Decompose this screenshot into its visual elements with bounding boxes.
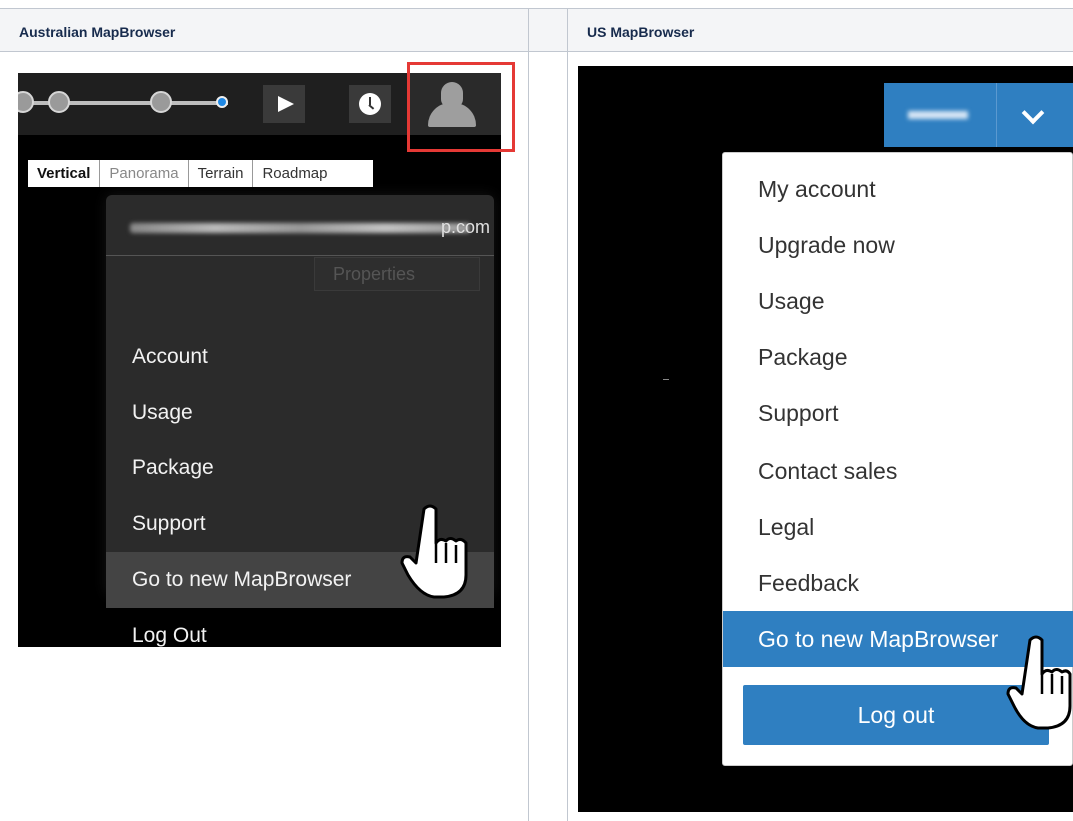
menu-item-feedback[interactable]: Feedback xyxy=(723,555,1073,611)
play-button[interactable] xyxy=(263,85,305,123)
slider-knob[interactable] xyxy=(18,91,34,113)
menu-item-package[interactable]: Package xyxy=(106,440,494,496)
log-out-button[interactable]: Log out xyxy=(743,685,1049,745)
us-mapbrowser-panel: My account Upgrade now Usage Package Sup… xyxy=(578,66,1073,812)
column-divider xyxy=(528,8,529,821)
menu-item-legal[interactable]: Legal xyxy=(723,499,1073,555)
tab-terrain[interactable]: Terrain xyxy=(188,160,254,187)
slider-knob[interactable] xyxy=(150,91,172,113)
menu-item-usage[interactable]: Usage xyxy=(723,273,1073,329)
tab-roadmap[interactable]: Roadmap xyxy=(253,160,374,187)
menu-item-upgrade-now[interactable]: Upgrade now xyxy=(723,217,1073,273)
menu-item-contact-sales[interactable]: Contact sales xyxy=(723,443,1073,499)
header-us-label: US MapBrowser xyxy=(587,24,695,40)
column-divider xyxy=(567,8,568,821)
account-email: p.com xyxy=(106,195,494,256)
tab-panorama[interactable]: Panorama xyxy=(100,160,189,187)
hand-cursor-icon xyxy=(1006,635,1072,730)
email-domain-fragment: p.com xyxy=(440,217,490,237)
play-icon xyxy=(278,96,294,112)
user-button-highlight xyxy=(407,62,515,152)
menu-item-my-account[interactable]: My account xyxy=(723,161,1073,217)
header-us: US MapBrowser xyxy=(568,8,1073,52)
header-au: Australian MapBrowser xyxy=(0,8,528,52)
properties-panel-behind: Properties xyxy=(314,257,480,291)
header-spacer xyxy=(529,8,567,52)
us-user-button[interactable] xyxy=(884,83,996,147)
blurred-username xyxy=(908,111,968,119)
hand-cursor-icon xyxy=(400,504,468,599)
header-au-label: Australian MapBrowser xyxy=(19,24,176,40)
history-button[interactable] xyxy=(349,85,391,123)
chevron-down-icon xyxy=(1021,101,1045,125)
clock-icon xyxy=(359,93,381,115)
map-type-tabs: Vertical Panorama Terrain Roadmap xyxy=(28,160,374,187)
blurred-email xyxy=(130,223,470,233)
us-dropdown-toggle[interactable] xyxy=(996,83,1073,147)
menu-item-usage[interactable]: Usage xyxy=(106,385,494,441)
slider-knob[interactable] xyxy=(48,91,70,113)
menu-item-log-out[interactable]: Log Out xyxy=(106,608,494,647)
menu-item-support[interactable]: Support xyxy=(723,385,1073,441)
tab-vertical[interactable]: Vertical xyxy=(28,160,101,187)
menu-item-package[interactable]: Package xyxy=(723,329,1073,385)
slider-knob-active[interactable] xyxy=(216,96,228,108)
au-mapbrowser-panel: Vertical Panorama Terrain Roadmap p.com … xyxy=(18,73,501,647)
menu-item-account[interactable]: Account xyxy=(106,329,494,385)
